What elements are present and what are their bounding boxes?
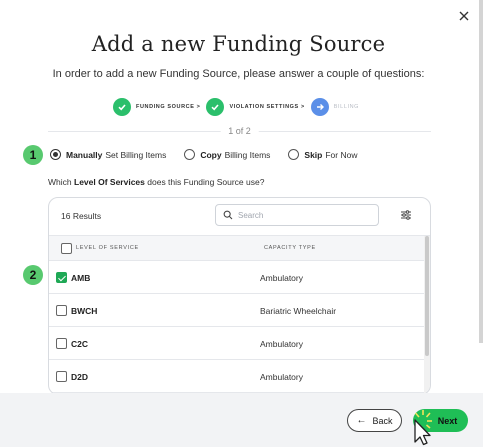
select-all-checkbox[interactable]: [61, 243, 72, 254]
window-scrollbar[interactable]: [479, 0, 483, 343]
table-row[interactable]: D2D Ambulatory: [49, 360, 430, 393]
annotation-badge-1: 1: [23, 145, 43, 165]
column-header-level: LEVEL OF SERVICE: [76, 245, 139, 251]
row-checkbox[interactable]: [56, 272, 67, 283]
option-manually[interactable]: Manually Set Billing Items: [50, 149, 166, 160]
level-of-service-question: Which Level Of Services does this Fundin…: [48, 177, 264, 187]
page-title: Add a new Funding Source: [91, 32, 386, 56]
option-text: Billing Items: [224, 149, 271, 160]
page-indicator-text: 1 of 2: [220, 126, 259, 136]
row-checkbox[interactable]: [56, 305, 67, 316]
option-text: For Now: [325, 149, 358, 160]
search-box[interactable]: [215, 204, 379, 226]
question-bold: Level Of Services: [74, 177, 145, 187]
results-count: 16 Results: [61, 211, 102, 221]
scrollbar-thumb[interactable]: [425, 236, 429, 356]
question-suffix: does this Funding Source use?: [147, 177, 265, 187]
step-label: FUNDING SOURCE >: [136, 104, 201, 110]
radio-button[interactable]: [288, 149, 300, 160]
row-checkbox[interactable]: [56, 371, 67, 382]
search-icon: [223, 210, 233, 220]
table-header: LEVEL OF SERVICE CAPACITY TYPE: [49, 235, 430, 261]
arrow-left-icon: ←: [356, 415, 367, 426]
question-prefix: Which: [48, 177, 72, 187]
capacity-type: Ambulatory: [260, 339, 303, 349]
level-code: C2C: [71, 339, 89, 349]
table-toolbar: 16 Results: [49, 198, 430, 232]
filter-settings-icon[interactable]: [398, 207, 414, 223]
mouse-cursor-icon: [414, 410, 432, 446]
step-billing: BILLING: [310, 98, 365, 116]
table-scrollbar[interactable]: [424, 236, 430, 394]
option-copy[interactable]: Copy Billing Items: [184, 149, 270, 160]
option-text: Set Billing Items: [105, 149, 167, 160]
page-subtitle: In order to add a new Funding Source, pl…: [52, 68, 425, 80]
option-bold: Copy: [200, 149, 222, 160]
step-label: BILLING: [333, 104, 360, 110]
radio-button[interactable]: [184, 149, 196, 160]
step-violation-settings: VIOLATION SETTINGS >: [206, 98, 310, 116]
close-icon[interactable]: [455, 8, 473, 26]
close-icon-glyph: [459, 11, 469, 21]
capacity-type: Ambulatory: [260, 273, 303, 283]
check-icon: [206, 98, 225, 116]
table-row[interactable]: BWCH Bariatric Wheelchair: [49, 294, 430, 327]
arrow-right-icon: [310, 98, 329, 116]
search-input[interactable]: [238, 210, 368, 220]
level-code: BWCH: [71, 306, 98, 316]
table-row[interactable]: C2C Ambulatory: [49, 327, 430, 360]
capacity-type: Ambulatory: [260, 372, 303, 382]
column-header-capacity: CAPACITY TYPE: [264, 245, 316, 251]
next-label: Next: [437, 415, 458, 426]
back-button[interactable]: ← Back: [347, 409, 402, 432]
wizard-stepper: FUNDING SOURCE > VIOLATION SETTINGS > BI…: [113, 97, 365, 117]
check-icon: [113, 98, 131, 116]
step-funding-source: FUNDING SOURCE >: [113, 98, 206, 116]
billing-options: Manually Set Billing Items Copy Billing …: [50, 149, 375, 160]
option-skip[interactable]: Skip For Now: [288, 149, 357, 160]
capacity-type: Bariatric Wheelchair: [260, 306, 337, 316]
option-bold: Manually: [66, 149, 103, 160]
level-code: D2D: [71, 372, 89, 382]
radio-button[interactable]: [50, 149, 61, 160]
level-of-service-table: 16 Results LEVEL OF SERVICE CAPACITY TYP…: [48, 197, 431, 395]
table-row[interactable]: AMB Ambulatory: [49, 261, 430, 294]
table-body: AMB Ambulatory BWCH Bariatric Wheelchair…: [49, 261, 430, 393]
page-indicator: 1 of 2: [48, 126, 431, 136]
option-bold: Skip: [304, 149, 323, 160]
back-label: Back: [372, 415, 393, 426]
step-label: VIOLATION SETTINGS >: [229, 104, 305, 110]
row-checkbox[interactable]: [56, 338, 67, 349]
annotation-badge-2: 2: [23, 265, 43, 285]
level-code: AMB: [71, 273, 91, 283]
